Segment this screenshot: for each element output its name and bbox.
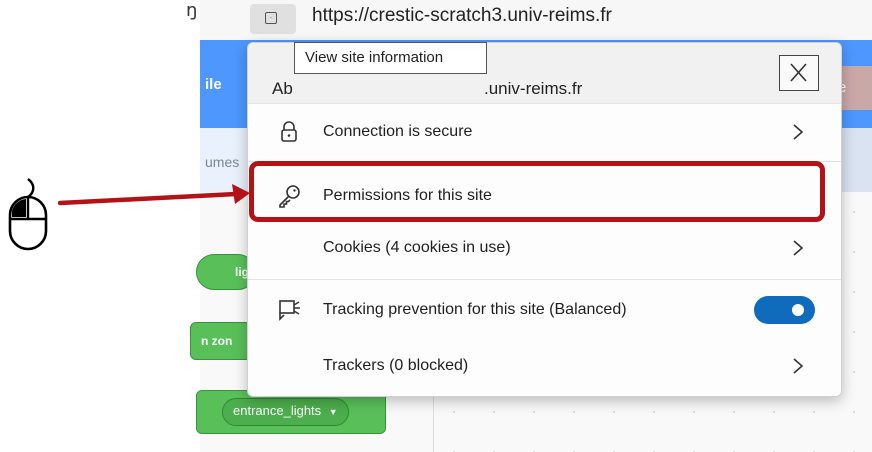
popup-title-prefix: Ab [272, 79, 293, 98]
close-button[interactable] [779, 55, 819, 91]
connection-secure-row[interactable]: Connection is secure [248, 103, 841, 161]
chevron-right-icon [793, 358, 804, 374]
tracking-prevention-label: Tracking prevention for this site (Balan… [323, 301, 627, 318]
entrance-lights-dropdown[interactable]: entrance_lights ▼ [222, 398, 349, 426]
site-info-button[interactable]: · [250, 4, 296, 34]
trackers-label: Trackers (0 blocked) [323, 357, 469, 374]
connection-secure-label: Connection is secure [323, 123, 473, 140]
mouse-icon [8, 178, 48, 251]
pointer-arrow [58, 184, 250, 206]
address-bar-url[interactable]: https://crestic-scratch3.univ-reims.fr [312, 2, 612, 32]
permissions-highlight [249, 161, 825, 222]
chevron-right-icon [793, 240, 804, 256]
zone-block[interactable]: n zon [190, 322, 252, 360]
tracking-prevention-row: Tracking prevention for this site (Balan… [248, 281, 841, 339]
chevron-right-icon [793, 124, 804, 140]
zone-block-label: n zon [201, 334, 233, 348]
tracking-prevention-icon [279, 300, 300, 321]
cookies-row[interactable]: Cookies (4 cookies in use) [248, 219, 841, 277]
cookies-label: Cookies (4 cookies in use) [323, 239, 511, 256]
divider [248, 279, 841, 280]
tracking-prevention-toggle[interactable] [754, 296, 815, 324]
entrance-lights-label: entrance_lights [233, 403, 322, 418]
lock-icon [281, 121, 297, 142]
info-icon: · [265, 12, 277, 24]
site-info-tooltip: View site information [294, 42, 487, 74]
file-menu[interactable]: ile [205, 76, 222, 93]
trackers-row[interactable]: Trackers (0 blocked) [248, 337, 841, 395]
stage-header [840, 128, 872, 192]
toggle-knob [792, 304, 804, 316]
popup-title-domain: .univ-reims.fr [484, 79, 583, 98]
refresh-icon[interactable]: ŋ [186, 0, 206, 24]
tab-costumes[interactable]: umes [205, 154, 239, 170]
close-icon [790, 63, 807, 82]
dropdown-arrow-icon: ▼ [328, 407, 338, 417]
